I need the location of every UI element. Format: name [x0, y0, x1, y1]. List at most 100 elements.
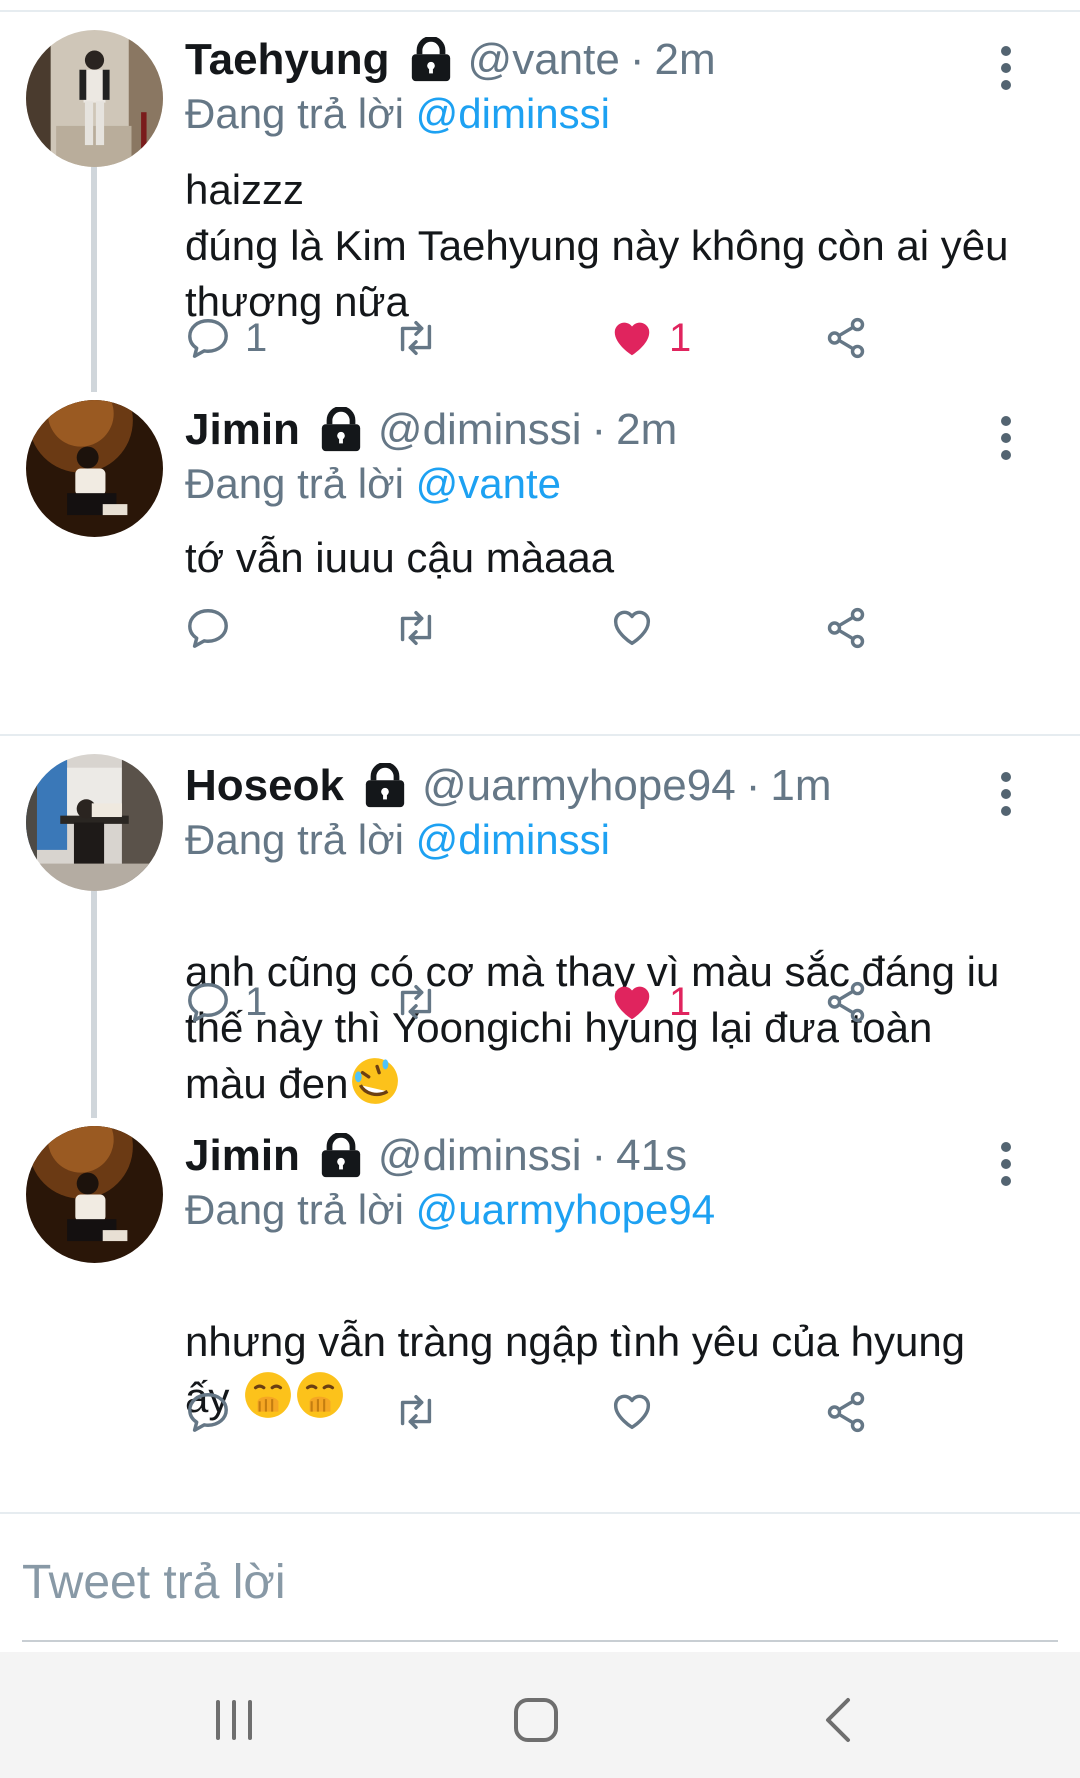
share-icon [827, 317, 865, 359]
mention-link[interactable]: @vante [416, 460, 561, 507]
retweet-icon [400, 1394, 432, 1430]
user-handle[interactable]: @uarmyhope94 [422, 761, 736, 811]
timestamp[interactable]: 1m [770, 761, 831, 811]
like-count: 1 [669, 315, 692, 360]
tweet-text: haizzz đúng là Kim Taehyung này không cò… [185, 166, 1009, 325]
reply-button[interactable] [185, 1384, 245, 1440]
thread-divider [0, 734, 1080, 736]
separator-dot: · [745, 761, 761, 810]
separator-dot: · [629, 35, 645, 84]
reply-icon [188, 319, 228, 358]
action-bar: 1 1 [185, 310, 885, 366]
lock-icon [362, 763, 408, 809]
share-button[interactable] [823, 1384, 869, 1440]
tweet-header: Jimin @diminssi · 41s [185, 1130, 960, 1182]
mention-link[interactable]: @diminssi [416, 90, 610, 137]
display-name[interactable]: Hoseok [185, 761, 344, 811]
reply-context: Đang trả lời @vante [185, 460, 561, 508]
like-button[interactable] [609, 600, 669, 656]
reply-input[interactable] [22, 1542, 1058, 1622]
action-bar [185, 600, 885, 656]
user-handle[interactable]: @diminssi [378, 405, 582, 455]
retweet-icon [400, 320, 432, 356]
heart-filled-icon [614, 986, 650, 1020]
heart-filled-icon [614, 322, 650, 356]
action-bar [185, 1384, 885, 1440]
tweet[interactable]: Hoseok @uarmyhope94 · 1m Đang trả lời @d… [0, 738, 1080, 1118]
system-nav-bar [0, 1652, 1080, 1778]
retweet-icon [400, 984, 432, 1020]
action-bar: 1 1 [185, 974, 885, 1030]
retweet-button[interactable] [393, 310, 439, 366]
reply-input-underline [22, 1640, 1058, 1642]
timestamp[interactable]: 2m [616, 405, 677, 455]
retweet-button[interactable] [393, 600, 439, 656]
thread-line [91, 162, 97, 392]
recents-icon[interactable] [204, 1690, 264, 1750]
reply-composer [0, 1516, 1080, 1650]
reply-box-divider [0, 1512, 1080, 1514]
heart-icon [613, 610, 651, 646]
rolling-on-floor-laughing-emoji [350, 1056, 400, 1106]
reply-count: 1 [245, 979, 268, 1024]
more-options-icon[interactable] [992, 772, 1020, 816]
reply-context: Đang trả lời @diminssi [185, 90, 610, 138]
timestamp[interactable]: 41s [616, 1131, 687, 1181]
reply-button[interactable]: 1 [185, 310, 267, 366]
tweet[interactable]: Taehyung @vante · 2m Đang trả lời @dimin… [0, 12, 1080, 392]
tweet[interactable]: Jimin @diminssi · 41s Đang trả lời @uarm… [0, 1104, 1080, 1514]
share-icon [827, 607, 865, 649]
more-options-icon[interactable] [992, 416, 1020, 460]
tweet-text: tớ vẫn iuuu cậu màaaa [185, 534, 615, 581]
display-name[interactable]: Jimin [185, 405, 300, 455]
avatar[interactable] [26, 400, 163, 537]
display-name[interactable]: Jimin [185, 1131, 300, 1181]
user-handle[interactable]: @vante [468, 35, 620, 85]
share-icon [827, 1391, 865, 1433]
reply-prefix: Đang trả lời [185, 90, 404, 137]
like-button[interactable] [609, 1384, 669, 1440]
reply-count: 1 [245, 315, 268, 360]
mention-link[interactable]: @uarmyhope94 [416, 1186, 715, 1233]
like-button[interactable]: 1 [609, 310, 691, 366]
retweet-button[interactable] [393, 1384, 439, 1440]
tweet-header: Taehyung @vante · 2m [185, 34, 960, 86]
retweet-icon [400, 610, 432, 646]
avatar[interactable] [26, 30, 163, 167]
lock-icon [408, 37, 454, 83]
share-button[interactable] [823, 310, 869, 366]
mention-link[interactable]: @diminssi [416, 816, 610, 863]
share-button[interactable] [823, 974, 869, 1030]
reply-context: Đang trả lời @uarmyhope94 [185, 1186, 715, 1234]
reply-prefix: Đang trả lời [185, 816, 404, 863]
separator-dot: · [591, 405, 607, 454]
separator-dot: · [591, 1131, 607, 1180]
share-button[interactable] [823, 600, 869, 656]
like-button[interactable]: 1 [609, 974, 691, 1030]
share-icon [827, 981, 865, 1023]
home-icon[interactable] [506, 1690, 566, 1750]
lock-icon [318, 1133, 364, 1179]
user-handle[interactable]: @diminssi [378, 1131, 582, 1181]
more-options-icon[interactable] [992, 1142, 1020, 1186]
timestamp[interactable]: 2m [655, 35, 716, 85]
lock-icon [318, 407, 364, 453]
heart-icon [613, 1394, 651, 1430]
avatar[interactable] [26, 1126, 163, 1263]
reply-icon [188, 609, 228, 648]
back-icon[interactable] [810, 1690, 870, 1750]
avatar[interactable] [26, 754, 163, 891]
tweet-header: Hoseok @uarmyhope94 · 1m [185, 760, 960, 812]
reply-context: Đang trả lời @diminssi [185, 816, 610, 864]
more-options-icon[interactable] [992, 46, 1020, 90]
display-name[interactable]: Taehyung [185, 35, 390, 85]
reply-icon [188, 1393, 228, 1432]
like-count: 1 [669, 979, 692, 1024]
top-divider [0, 0, 1080, 12]
reply-button[interactable] [185, 600, 245, 656]
reply-icon [188, 983, 228, 1022]
retweet-button[interactable] [393, 974, 439, 1030]
reply-button[interactable]: 1 [185, 974, 267, 1030]
tweet[interactable]: Jimin @diminssi · 2m Đang trả lời @vante… [0, 382, 1080, 734]
thread-line [91, 888, 97, 1118]
